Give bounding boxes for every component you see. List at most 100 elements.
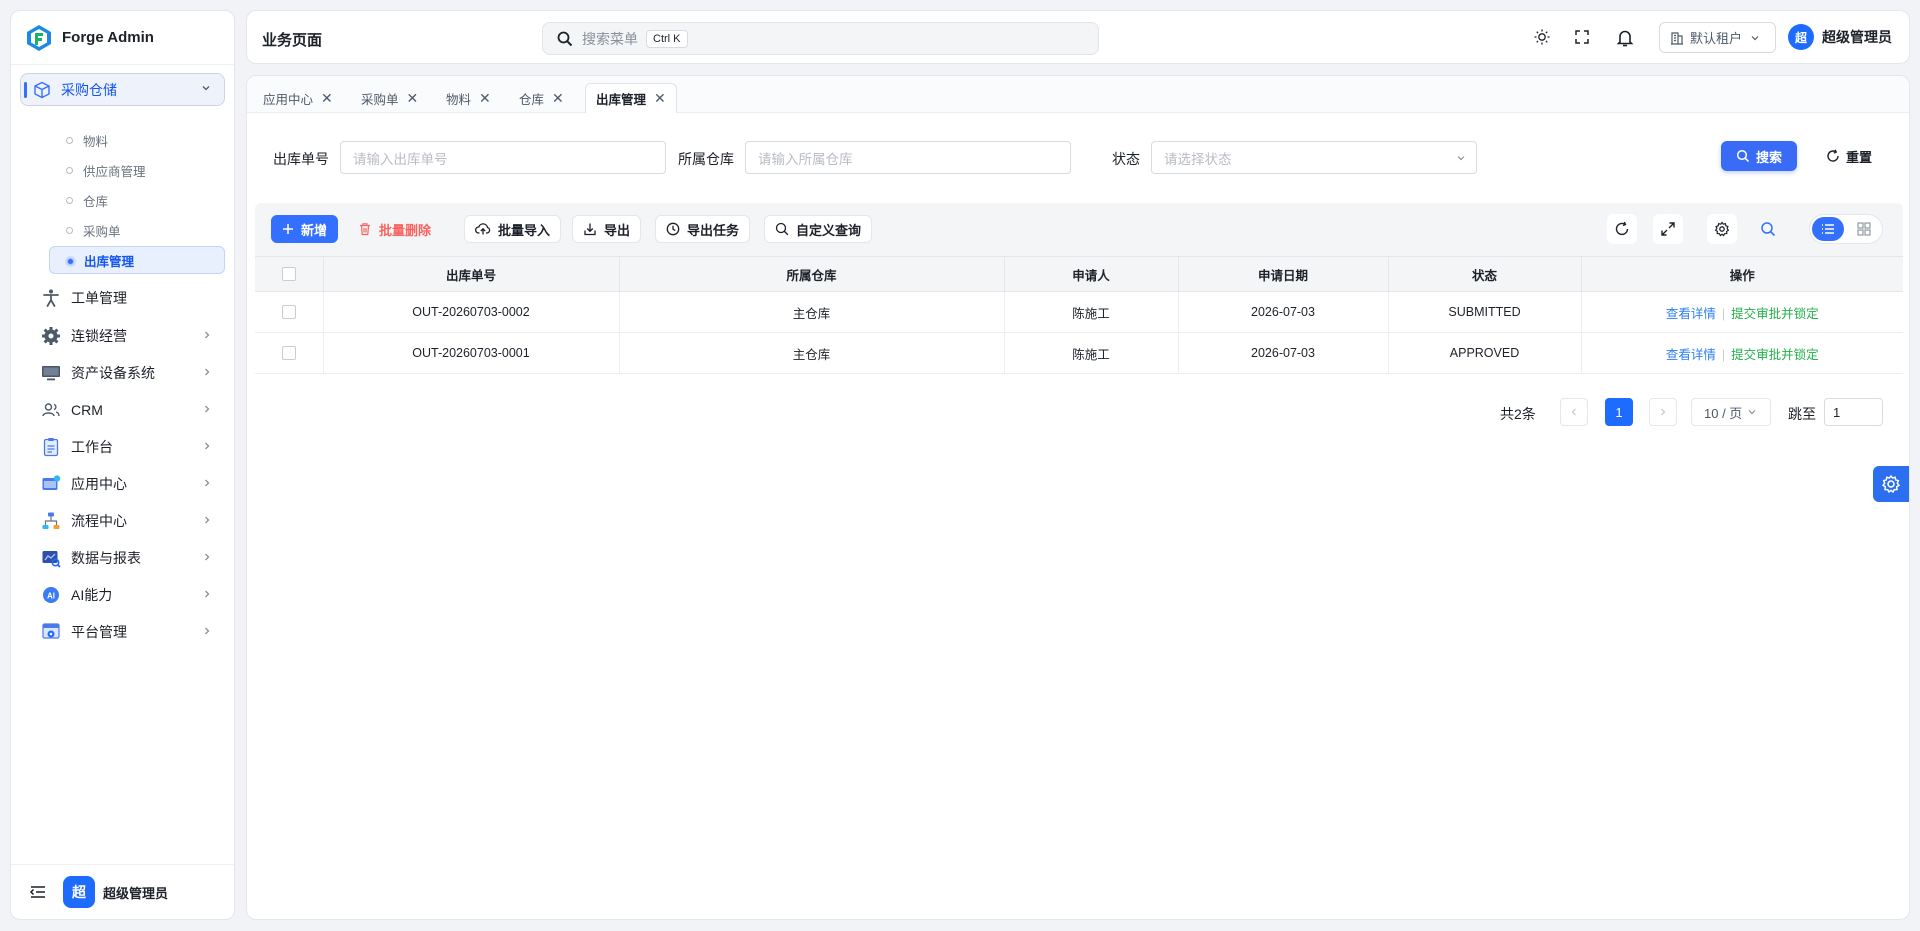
sidebar-item-assets[interactable]: 资产设备系统 xyxy=(20,356,225,390)
search-toggle-button[interactable] xyxy=(1753,214,1783,244)
user-menu[interactable]: 超 超级管理员 xyxy=(1788,24,1892,50)
avatar: 超 xyxy=(1788,24,1814,50)
gear-icon xyxy=(1714,221,1730,237)
select-all-checkbox[interactable] xyxy=(281,267,296,282)
floating-settings-button[interactable] xyxy=(1873,466,1909,502)
next-page-button[interactable] xyxy=(1649,398,1677,426)
column-header[interactable]: 所属仓库 xyxy=(619,256,1005,292)
close-icon[interactable]: ✕ xyxy=(654,90,666,107)
bullet-icon xyxy=(67,258,74,265)
order-no-input[interactable]: 请输入出库单号 xyxy=(340,141,666,174)
page-number-current[interactable]: 1 xyxy=(1605,398,1633,426)
warehouse-input[interactable]: 请输入所属仓库 xyxy=(745,141,1071,174)
cell-date: 2026-07-03 xyxy=(1178,291,1389,333)
fullscreen-icon[interactable] xyxy=(1573,28,1591,46)
ai-icon: AI xyxy=(43,587,59,603)
close-icon[interactable]: ✕ xyxy=(479,90,491,107)
tab-purchase-order[interactable]: 采购单 ✕ xyxy=(351,83,428,113)
sidebar-subitem-outbound[interactable]: 出库管理 xyxy=(49,246,225,274)
chevron-right-icon xyxy=(205,479,210,487)
export-button[interactable]: 导出 xyxy=(572,215,642,243)
app-name: Forge Admin xyxy=(62,29,154,46)
fullscreen-button[interactable] xyxy=(1653,214,1683,244)
column-header[interactable]: 申请日期 xyxy=(1178,256,1389,292)
column-header[interactable]: 状态 xyxy=(1388,256,1582,292)
view-detail-link[interactable]: 查看详情 xyxy=(1666,307,1716,321)
row-checkbox[interactable] xyxy=(281,346,296,361)
users-icon xyxy=(42,403,60,417)
custom-query-button[interactable]: 自定义查询 xyxy=(764,215,873,243)
add-button[interactable]: 新增 xyxy=(271,215,339,243)
grid-view-button[interactable] xyxy=(1848,217,1880,241)
batch-import-button[interactable]: 批量导入 xyxy=(464,215,562,243)
batch-delete-button[interactable]: 批量删除 xyxy=(348,215,441,243)
sidebar-subitem-material[interactable]: 物料 xyxy=(49,126,225,154)
table-row: OUT-20260703-0002 主仓库 陈施工 2026-07-03 SUB… xyxy=(255,291,1903,333)
order-no-label: 出库单号 xyxy=(273,151,329,167)
submit-lock-link[interactable]: 提交审批并锁定 xyxy=(1731,348,1819,362)
bell-icon[interactable] xyxy=(1616,28,1634,48)
collapse-menu-icon[interactable] xyxy=(29,883,47,901)
menu-search[interactable]: 搜索菜单 Ctrl K xyxy=(542,22,1099,55)
sidebar-item-data-reports[interactable]: 数据与报表 xyxy=(20,541,225,575)
column-header[interactable]: 申请人 xyxy=(1004,256,1179,292)
package-icon xyxy=(34,81,50,98)
chevron-right-icon xyxy=(205,442,210,450)
jump-input[interactable]: 1 xyxy=(1824,398,1883,426)
view-detail-link[interactable]: 查看详情 xyxy=(1666,348,1716,362)
sidebar-item-purchase-storage[interactable]: 采购仓储 xyxy=(20,73,225,106)
data-table: 出库单号 所属仓库 申请人 申请日期 状态 操作 OUT-20260703-00… xyxy=(255,256,1903,374)
export-tasks-button[interactable]: 导出任务 xyxy=(655,215,751,243)
table-row: OUT-20260703-0001 主仓库 陈施工 2026-07-03 APP… xyxy=(255,332,1903,374)
tab-label: 采购单 xyxy=(361,92,399,107)
bullet-icon xyxy=(66,167,73,174)
sun-icon[interactable] xyxy=(1533,28,1551,46)
close-icon[interactable]: ✕ xyxy=(321,90,333,107)
sidebar-item-label: CRM xyxy=(71,402,103,418)
row-checkbox[interactable] xyxy=(281,305,296,320)
sidebar-item-platform[interactable]: 平台管理 xyxy=(20,615,225,649)
reset-button[interactable]: 重置 xyxy=(1808,141,1890,171)
close-icon[interactable]: ✕ xyxy=(407,90,419,107)
sidebar-item-label: 资产设备系统 xyxy=(71,365,155,381)
tab-material[interactable]: 物料 ✕ xyxy=(436,83,501,113)
export-label: 导出 xyxy=(604,222,631,238)
user-name: 超级管理员 xyxy=(103,885,169,901)
table-panel: 新增 批量删除 批量导入 导出 导出任务 自定义查询 出库单号 所属仓库 申请人… xyxy=(255,203,1903,374)
avatar[interactable]: 超 xyxy=(63,876,95,908)
sidebar: Forge Admin 采购仓储 物料 供应商管理 仓库 采购单 出库管理 工单… xyxy=(10,10,235,920)
page-size-select[interactable]: 10 / 页 xyxy=(1691,398,1771,426)
sidebar-item-flow-center[interactable]: 流程中心 xyxy=(20,504,225,538)
sidebar-subitem-warehouse[interactable]: 仓库 xyxy=(49,186,225,214)
tenant-select[interactable]: 默认租户 xyxy=(1659,22,1776,53)
app-logo[interactable]: Forge Admin xyxy=(11,11,234,65)
sidebar-item-workbench[interactable]: 工作台 xyxy=(20,430,225,464)
cell-date: 2026-07-03 xyxy=(1178,332,1389,374)
sidebar-subitem-label: 采购单 xyxy=(83,224,121,239)
tab-warehouse[interactable]: 仓库 ✕ xyxy=(509,83,574,113)
sidebar-item-crm[interactable]: CRM xyxy=(20,393,225,427)
close-icon[interactable]: ✕ xyxy=(552,90,564,107)
sidebar-item-chain[interactable]: 连锁经营 xyxy=(20,319,225,353)
gear-icon xyxy=(1881,474,1901,494)
column-settings-button[interactable] xyxy=(1707,214,1737,244)
sidebar-subitem-supplier[interactable]: 供应商管理 xyxy=(49,156,225,184)
sidebar-item-work-order[interactable]: 工单管理 xyxy=(20,281,225,315)
submit-lock-link[interactable]: 提交审批并锁定 xyxy=(1731,307,1819,321)
search-button[interactable]: 搜索 xyxy=(1721,141,1797,171)
tab-outbound[interactable]: 出库管理 ✕ xyxy=(585,83,677,113)
add-button-label: 新增 xyxy=(301,222,328,238)
refresh-button[interactable] xyxy=(1607,214,1637,244)
search-icon xyxy=(1736,149,1750,163)
tab-app-center[interactable]: 应用中心 ✕ xyxy=(253,83,343,113)
column-header[interactable]: 出库单号 xyxy=(323,256,620,292)
sidebar-item-app-center[interactable]: 应用中心 xyxy=(20,467,225,501)
list-view-button[interactable] xyxy=(1812,217,1844,241)
prev-page-button[interactable] xyxy=(1560,398,1588,426)
cloud-upload-icon xyxy=(475,222,491,236)
jump-label: 跳至 xyxy=(1788,406,1816,422)
status-select[interactable]: 请选择状态 xyxy=(1151,141,1477,174)
sidebar-subitem-purchase-order[interactable]: 采购单 xyxy=(49,216,225,244)
sidebar-item-ai[interactable]: AI AI能力 xyxy=(20,578,225,612)
gear-icon xyxy=(42,327,60,345)
